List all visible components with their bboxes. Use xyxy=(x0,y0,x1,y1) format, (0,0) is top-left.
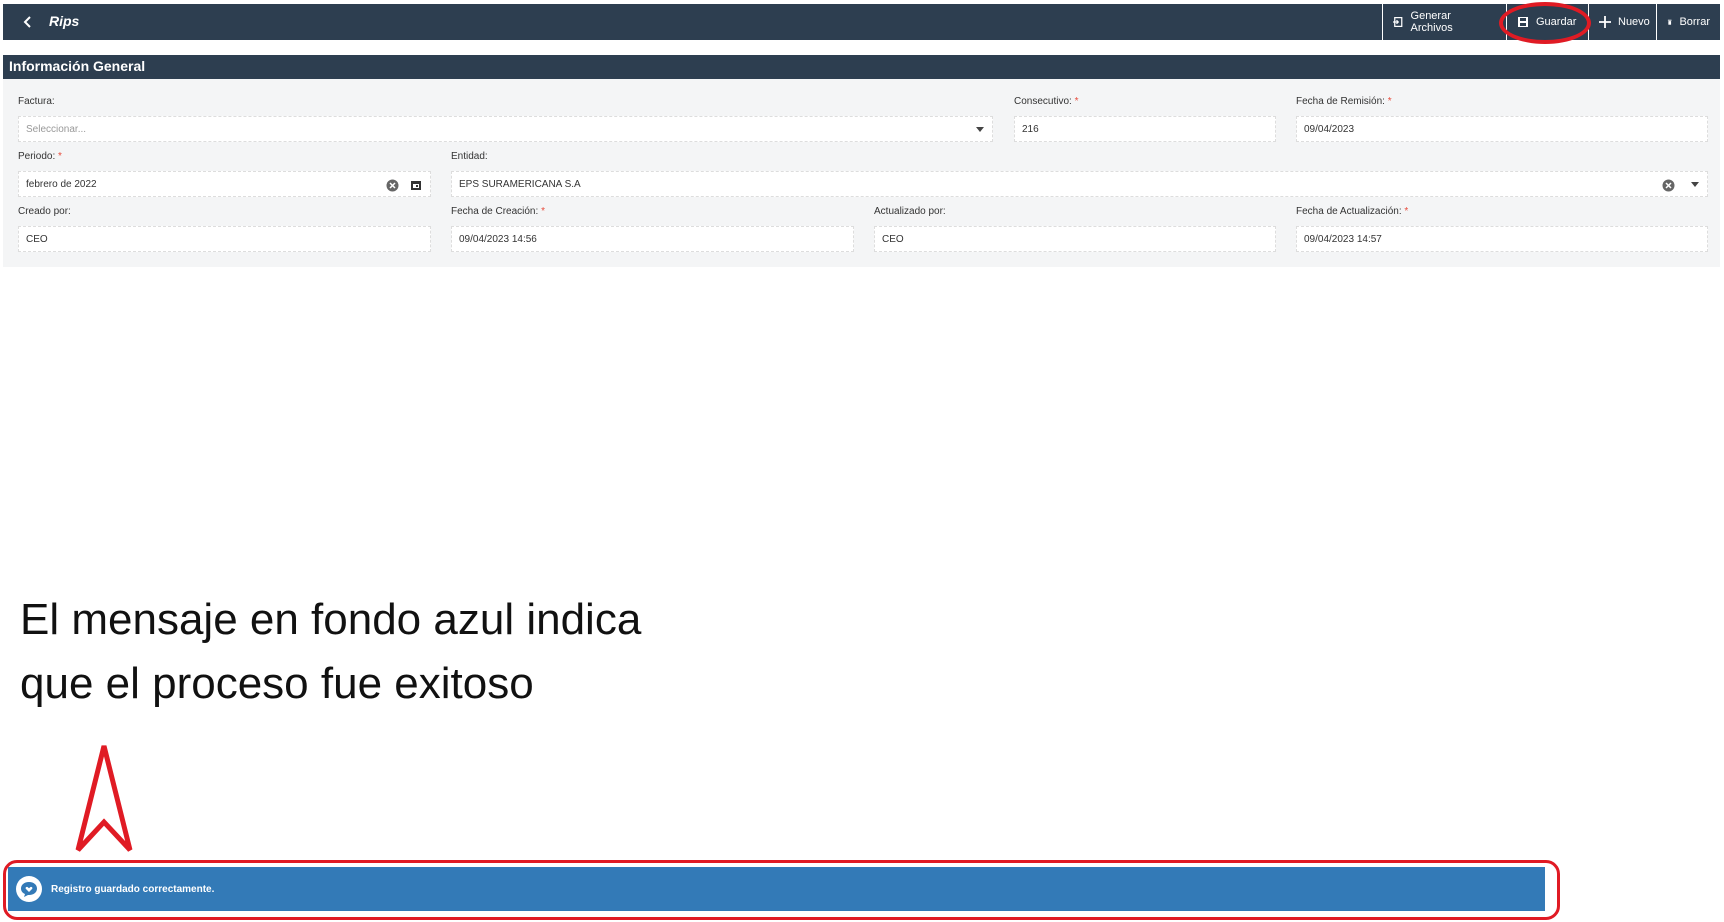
creado-por-value: CEO xyxy=(26,233,48,245)
page-title: Rips xyxy=(49,13,80,29)
clear-icon[interactable] xyxy=(386,179,399,192)
fecha-remision-value: 09/04/2023 xyxy=(1304,123,1355,135)
clear-icon[interactable] xyxy=(1662,179,1675,192)
actualizado-por-value: CEO xyxy=(882,233,904,245)
consecutivo-field[interactable]: 216 xyxy=(1014,116,1276,142)
entidad-value: EPS SURAMERICANA S.A xyxy=(459,178,581,190)
entidad-select[interactable]: EPS SURAMERICANA S.A xyxy=(451,171,1708,197)
periodo-value: febrero de 2022 xyxy=(26,178,97,190)
guardar-highlight-ring xyxy=(1499,2,1591,44)
actualizado-por-field[interactable]: CEO xyxy=(874,226,1276,252)
toast-highlight-frame xyxy=(3,860,1560,920)
fecha-actualizacion-field[interactable]: 09/04/2023 14:57 xyxy=(1296,226,1708,252)
trash-icon xyxy=(1667,19,1672,25)
periodo-label: Periodo: * xyxy=(18,151,62,162)
nuevo-label: Nuevo xyxy=(1618,16,1650,28)
creado-por-label: Creado por: xyxy=(18,206,71,217)
generar-archivos-label: Generar Archivos xyxy=(1410,10,1453,34)
nuevo-button[interactable]: Nuevo xyxy=(1588,4,1660,40)
informacion-general-panel: Información General Factura: Seleccionar… xyxy=(3,55,1720,267)
factura-select[interactable]: Seleccionar... xyxy=(18,116,993,142)
export-icon xyxy=(1393,17,1403,27)
fecha-remision-field[interactable]: 09/04/2023 xyxy=(1296,116,1708,142)
periodo-field[interactable]: febrero de 2022 xyxy=(18,171,431,197)
fecha-actualizacion-label: Fecha de Actualización: * xyxy=(1296,206,1409,217)
actualizado-por-label: Actualizado por: xyxy=(874,206,946,217)
borrar-button[interactable]: Borrar xyxy=(1656,4,1720,40)
factura-label: Factura: xyxy=(18,96,55,107)
factura-placeholder: Seleccionar... xyxy=(26,123,87,135)
annotation-arrow-icon xyxy=(75,745,133,852)
top-bar: Rips Generar Archivos Guardar Nuevo Borr… xyxy=(3,4,1720,40)
fecha-creacion-value: 09/04/2023 14:56 xyxy=(459,233,537,245)
entidad-label: Entidad: xyxy=(451,151,488,162)
annotation-text: El mensaje en fondo azul indica que el p… xyxy=(20,588,641,716)
generar-archivos-button[interactable]: Generar Archivos xyxy=(1382,4,1495,40)
creado-por-field[interactable]: CEO xyxy=(18,226,431,252)
consecutivo-label: Consecutivo: * xyxy=(1014,96,1079,107)
fecha-actualizacion-value: 09/04/2023 14:57 xyxy=(1304,233,1382,245)
fecha-remision-label: Fecha de Remisión: * xyxy=(1296,96,1392,107)
caret-down-icon xyxy=(976,127,984,132)
calendar-icon[interactable] xyxy=(410,179,422,191)
consecutivo-value: 216 xyxy=(1022,123,1039,135)
caret-down-icon[interactable] xyxy=(1691,182,1699,187)
fecha-creacion-label: Fecha de Creación: * xyxy=(451,206,545,217)
fecha-creacion-field[interactable]: 09/04/2023 14:56 xyxy=(451,226,854,252)
annotation-line-2: que el proceso fue exitoso xyxy=(20,659,534,708)
borrar-label: Borrar xyxy=(1679,16,1710,28)
chevron-left-icon[interactable] xyxy=(19,13,37,31)
annotation-line-1: El mensaje en fondo azul indica xyxy=(20,595,642,644)
section-title: Información General xyxy=(3,55,1720,79)
plus-icon xyxy=(1599,16,1611,28)
